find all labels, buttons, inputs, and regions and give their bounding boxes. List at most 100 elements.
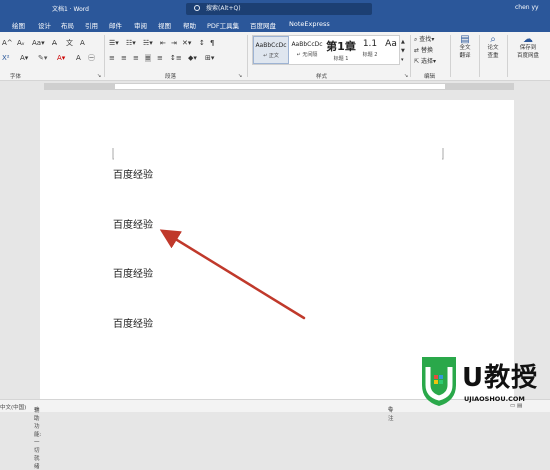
paragraph-dialog-launcher-icon[interactable]: ↘ (238, 72, 242, 80)
watermark-url: UJIAOSHOU.COM (464, 395, 525, 403)
enclose-char-icon[interactable]: ㊀ (88, 54, 95, 62)
style-normal[interactable]: AaBbCcDc ↵ 正文 (253, 36, 289, 64)
tab-baidu-pan[interactable]: 百度网盘 (250, 20, 276, 30)
styles-scroll-up-icon[interactable]: ▲ (401, 38, 405, 46)
watermark-logo: U教授 UJIAOSHOU.COM (418, 355, 550, 412)
tab-design[interactable]: 设计 (38, 20, 51, 30)
font-color-icon[interactable]: A▾ (57, 54, 65, 62)
line-spacing-icon[interactable]: ↕≡ (170, 54, 182, 62)
font-size-decrease-icon[interactable]: Aᵥ (17, 39, 25, 47)
styles-gallery: AaBbCcDc ↵ 正文 AaBbCcDc ↵ 无间隔 第1章 标题 1 1.… (252, 35, 400, 65)
replace-icon: ⇄ (414, 47, 420, 54)
group-label-styles: 样式 (316, 74, 328, 80)
tab-noteexpress[interactable]: NoteExpress (289, 20, 330, 28)
group-label-paragraph: 段落 (165, 74, 177, 80)
focus-label: 专注 (388, 408, 394, 422)
cloud-save-icon: ☁ (523, 34, 533, 45)
show-marks-icon[interactable]: ¶ (210, 39, 214, 47)
bullets-icon[interactable]: ☰▾ (109, 39, 119, 47)
font-size-increase-icon[interactable]: A^ (2, 39, 13, 47)
status-language[interactable]: 中文(中国) (0, 403, 26, 411)
shading-icon[interactable]: ◆▾ (188, 54, 197, 62)
find-button[interactable]: ⌕ 查找▾ (414, 36, 434, 44)
ribbon-tabs: 绘图 设计 布局 引用 邮件 审阅 视图 帮助 PDF工具集 百度网盘 Note… (0, 17, 550, 32)
chinese-layout-icon[interactable]: ✕▾ (182, 39, 191, 47)
ribbon-separator (410, 35, 411, 77)
align-center-icon[interactable]: ≡ (121, 54, 127, 62)
ribbon-separator (104, 35, 105, 77)
ribbon-separator (450, 35, 451, 77)
highlight-icon[interactable]: ✎▾ (38, 54, 47, 62)
numbering-icon[interactable]: ☷▾ (126, 39, 136, 47)
change-case-icon[interactable]: Aa▾ (32, 39, 45, 47)
clear-formatting-icon[interactable]: A̶ (52, 39, 57, 47)
style-preview: AaBbCcDc (291, 41, 323, 48)
justify-icon[interactable]: ≡ (145, 54, 151, 62)
style-preview: 1.1 (362, 39, 378, 49)
decrease-indent-icon[interactable]: ⇤ (160, 39, 166, 47)
style-preview: AaBbCcDc (255, 42, 287, 49)
group-label-font: 字体 (10, 74, 22, 80)
char-border-icon[interactable]: A (80, 39, 85, 47)
select-label: 选择 (420, 58, 433, 65)
ribbon-separator (247, 35, 248, 77)
style-name: ↵ 正文 (263, 53, 279, 59)
paper-check-button[interactable]: ⌕ 论文 查重 (484, 34, 502, 60)
ruler-margin-left (45, 84, 115, 89)
style-title[interactable]: Aa (383, 36, 399, 64)
tab-help[interactable]: 帮助 (183, 20, 196, 30)
increase-indent-icon[interactable]: ⇥ (171, 39, 177, 47)
styles-dialog-launcher-icon[interactable]: ↘ (404, 72, 408, 80)
styles-scroll-down-icon[interactable]: ▼ (401, 47, 405, 55)
select-button[interactable]: ⇱ 选择▾ (414, 58, 436, 66)
align-left-icon[interactable]: ≡ (109, 54, 115, 62)
char-shading-icon[interactable]: A (76, 54, 81, 62)
paper-check-label: 论文 查重 (487, 45, 499, 59)
sort-icon[interactable]: ↕ (199, 39, 205, 47)
style-heading-1[interactable]: 第1章 标题 1 (325, 36, 357, 64)
replace-label: 替换 (420, 47, 433, 54)
search-placeholder: 搜索(Alt+Q) (206, 5, 241, 12)
translate-label: 全文 翻译 (459, 45, 471, 59)
ruler-bar[interactable] (44, 83, 514, 90)
style-preview: 第1章 (326, 40, 356, 53)
search-box[interactable]: 搜索(Alt+Q) (186, 3, 372, 15)
select-icon: ⇱ (414, 58, 420, 65)
phonetic-guide-icon[interactable]: 文 (66, 39, 73, 47)
horizontal-ruler (0, 82, 550, 91)
save-to-baidu-label: 保存到 百度网盘 (516, 45, 539, 59)
style-name: 标题 2 (362, 52, 378, 58)
accessibility-label: 辅助功能: 一切就绪 (34, 408, 42, 470)
translate-icon: ▤ (460, 34, 470, 45)
style-name: ↵ 无间隔 (296, 52, 318, 58)
paper-check-icon: ⌕ (490, 34, 496, 45)
tab-mailings[interactable]: 邮件 (109, 20, 122, 30)
tab-review[interactable]: 审阅 (134, 20, 147, 30)
text-effects-icon[interactable]: A▾ (20, 54, 28, 62)
font-dialog-launcher-icon[interactable]: ↘ (97, 72, 101, 80)
distributed-icon[interactable]: ≡ (157, 54, 163, 62)
find-label: 查找 (419, 36, 432, 43)
watermark-brand: U教授 (462, 363, 539, 393)
multilevel-list-icon[interactable]: ☵▾ (143, 39, 153, 47)
translate-button[interactable]: ▤ 全文 翻译 (456, 34, 474, 60)
style-name: 标题 1 (333, 56, 349, 62)
styles-more-icon[interactable]: ▾ (401, 56, 404, 64)
user-name[interactable]: chen yy (515, 4, 539, 11)
shield-logo-icon (422, 357, 456, 406)
tab-draw[interactable]: 绘图 (12, 20, 25, 30)
save-to-baidu-button[interactable]: ☁ 保存到 百度网盘 (511, 34, 545, 60)
find-icon: ⌕ (414, 36, 418, 43)
tab-pdf-tools[interactable]: PDF工具集 (207, 20, 239, 30)
style-heading-2[interactable]: 1.1 标题 2 (357, 36, 383, 64)
superscript-icon[interactable]: X² (2, 54, 10, 62)
replace-button[interactable]: ⇄ 替换 (414, 47, 433, 55)
style-preview: Aa (385, 39, 397, 49)
borders-icon[interactable]: ⊞▾ (205, 54, 214, 62)
tab-references[interactable]: 引用 (85, 20, 98, 30)
style-no-spacing[interactable]: AaBbCcDc ↵ 无间隔 (289, 36, 325, 64)
align-right-icon[interactable]: ≡ (133, 54, 139, 62)
ribbon-separator (507, 35, 508, 77)
tab-layout[interactable]: 布局 (61, 20, 74, 30)
tab-view[interactable]: 视图 (158, 20, 171, 30)
